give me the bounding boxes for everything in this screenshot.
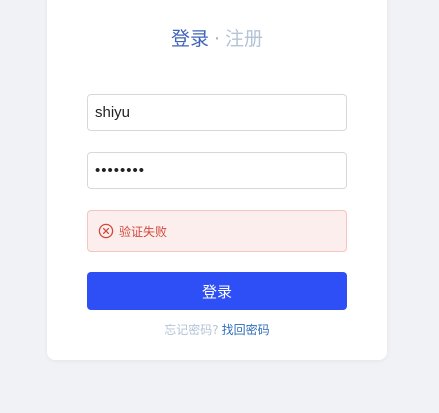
error-alert: 验证失败 [87,210,347,252]
username-input[interactable] [87,94,347,131]
forgot-password-row: 忘记密码? 找回密码 [47,321,387,338]
error-message: 验证失败 [119,224,168,239]
recover-password-link[interactable]: 找回密码 [222,323,270,337]
tab-register[interactable]: 注册 [225,28,263,50]
tab-login[interactable]: 登录 [171,28,209,50]
login-card: 登录·注册 验证失败 登录 忘记密码?找回密码 [47,0,387,360]
tab-separator: · [213,28,221,50]
close-circle-icon [98,223,114,239]
forgot-password-text: 忘记密码? [164,323,219,337]
login-button[interactable]: 登录 [87,272,347,310]
password-input[interactable] [87,152,347,189]
auth-tabs: 登录 · 注册 [47,26,387,52]
